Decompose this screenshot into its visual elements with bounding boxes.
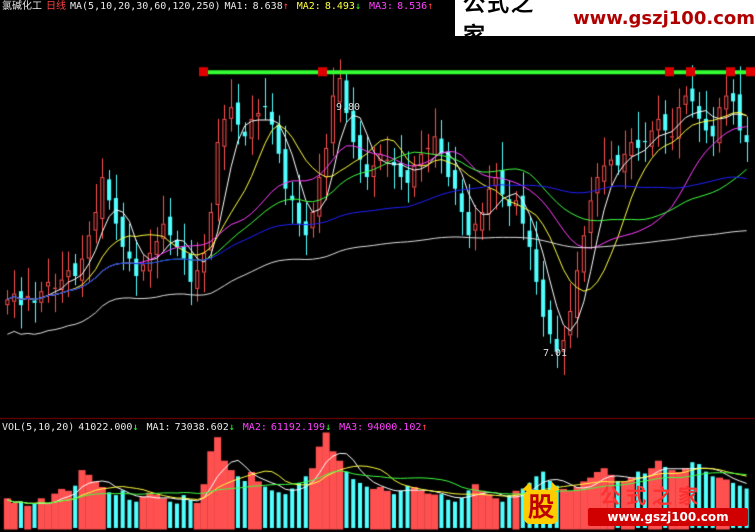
vol-ma3-label: MA3:: [339, 422, 364, 433]
vol-ma1-value: 73038.602: [174, 422, 229, 433]
vol-ma2-value: 61192.199: [270, 422, 326, 433]
volume-indicator-name: VOL(5,10,20): [2, 422, 75, 433]
price-panel-header: 氯碱化工 日线 MA(5,10,20,30,60,120,250) MA1: 8.638…: [2, 1, 441, 13]
ma2-value: 8.493: [324, 1, 355, 12]
ma1-arrow-icon: ↑: [282, 1, 289, 12]
volume-readout: 41022.000↓: [78, 422, 142, 433]
ma1-label: MA1:: [224, 1, 249, 12]
watermark-bottom-brand: 公式之家: [600, 484, 704, 508]
ma2-arrow-icon: ↓: [354, 1, 361, 12]
ma3-arrow-icon: ↑: [427, 1, 434, 12]
ma2-label: MA2:: [296, 1, 321, 12]
stock-name: 氯碱化工: [2, 1, 42, 12]
vol-ma2-readout: MA2: 61192.199↓: [243, 422, 335, 433]
low-price-label: 7.01: [543, 348, 568, 359]
ma1-readout: MA1: 8.638↑: [225, 1, 293, 12]
volume-panel-header: VOL(5,10,20) 41022.000↓ MA1: 73038.602↓ MA2:…: [2, 422, 435, 434]
vol-ma1-readout: MA1: 73038.602↓: [146, 422, 238, 433]
watermark-url: www.gszj100.com: [572, 7, 755, 29]
watermark-bottom-url: www.gszj100.com: [588, 508, 748, 526]
stock-logo-icon: 股: [522, 482, 560, 524]
ma3-label: MA3:: [368, 1, 394, 12]
watermark-brand: 公式之家: [463, 0, 536, 49]
volume-value: 41022.000: [78, 422, 133, 433]
candlestick-chart-canvas[interactable]: [0, 0, 755, 532]
period-label[interactable]: 日线: [46, 1, 66, 12]
svg-text:股: 股: [528, 493, 554, 523]
vol-ma3-arrow-icon: ↑: [421, 422, 428, 433]
vol-ma2-arrow-icon: ↓: [325, 422, 332, 433]
vol-ma1-arrow-icon: ↓: [228, 422, 235, 433]
vol-ma3-value: 94000.102: [367, 422, 422, 433]
vol-ma2-label: MA2:: [242, 422, 267, 433]
ma2-readout: MA2: 8.493↓: [297, 1, 365, 12]
high-price-label: 9.80: [336, 102, 361, 113]
ma3-value: 8.536: [397, 1, 428, 12]
ma3-readout: MA3: 8.536↑: [369, 1, 437, 12]
ma-definition: MA(5,10,20,30,60,120,250): [70, 1, 221, 12]
ma1-value: 8.638: [252, 1, 283, 12]
watermark-bottom: 股 公式之家 www.gszj100.com: [518, 478, 753, 530]
volume-arrow-icon: ↓: [132, 422, 139, 433]
vol-ma3-readout: MA3: 94000.102↑: [339, 422, 431, 433]
watermark-top: 公式之家 www.gszj100.com: [455, 0, 755, 49]
vol-ma1-label: MA1:: [146, 422, 171, 433]
